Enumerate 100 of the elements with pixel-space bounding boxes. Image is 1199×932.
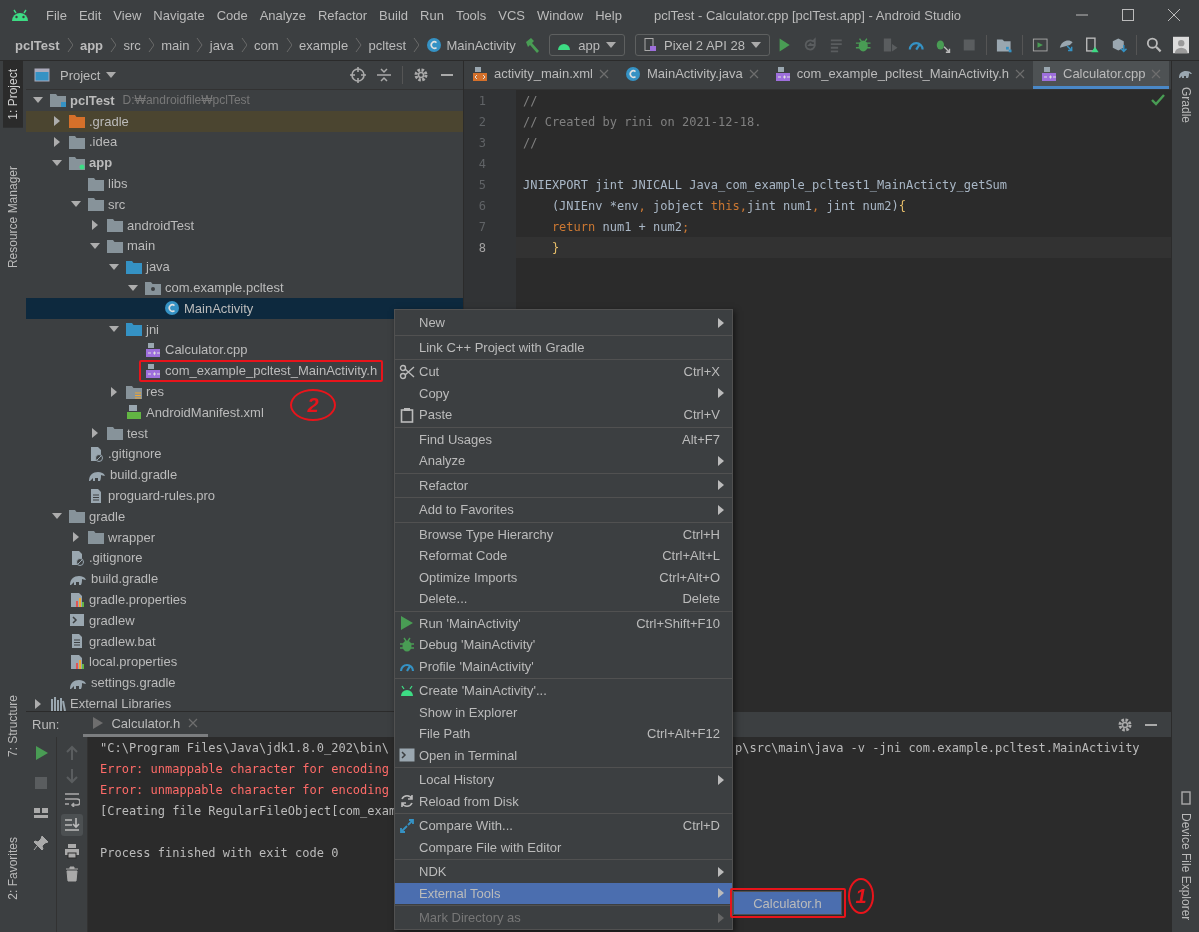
tool-window-tab[interactable]: 2: Favorites [3, 829, 23, 908]
breadcrumb[interactable]: com [251, 37, 282, 53]
chevron-icon [285, 37, 292, 53]
device-dropdown[interactable]: Pixel 2 API 28 [634, 34, 770, 56]
menu-item[interactable]: View [107, 7, 148, 23]
device-icon[interactable] [1084, 36, 1101, 54]
menu-item[interactable]: Link C++ Project with Gradle [395, 336, 732, 358]
settings-icon[interactable] [413, 67, 429, 83]
breadcrumb[interactable]: example [296, 37, 352, 53]
menu-item[interactable]: Copy [395, 382, 732, 404]
view-selector[interactable]: Project [60, 67, 117, 83]
breadcrumb[interactable]: pclTest [12, 37, 63, 53]
tree-item[interactable]: src [26, 194, 463, 215]
breadcrumb[interactable]: MainActivity [423, 37, 519, 53]
menu-item[interactable]: Debug 'MainActivity' [395, 634, 732, 656]
menu-item[interactable]: Local History [395, 769, 732, 791]
layout-icon[interactable] [33, 805, 49, 821]
menu-item[interactable]: Edit [72, 7, 108, 23]
breadcrumb[interactable]: java [206, 37, 237, 53]
tree-item[interactable]: com.example.pcltest [26, 277, 463, 298]
editor-tab[interactable]: Calculator.cpp [1033, 61, 1170, 89]
menu-item[interactable]: Code [210, 7, 254, 23]
breadcrumb[interactable]: main [158, 37, 193, 53]
soft-wrap-icon[interactable] [64, 791, 80, 807]
settings-icon[interactable] [1117, 716, 1133, 733]
menu-item[interactable]: Refactor [395, 474, 732, 496]
menu-item[interactable]: Cut Ctrl+X [395, 361, 732, 383]
breadcrumb[interactable]: src [120, 37, 144, 53]
tree-item[interactable]: app [26, 152, 463, 174]
menu-item[interactable]: Run 'MainActivity' Ctrl+Shift+F10 [395, 612, 732, 634]
folder-icon [50, 93, 66, 108]
menu-item[interactable]: Analyze [253, 7, 312, 23]
tree-item[interactable]: main [26, 235, 463, 257]
tool-window-tab[interactable]: Device File Explorer [1175, 804, 1196, 928]
properties-file-icon [69, 591, 85, 608]
pin-icon[interactable] [33, 835, 49, 851]
folder-icon [69, 155, 85, 170]
tree-item[interactable]: .idea [26, 131, 463, 153]
menu-item[interactable]: Compare File with Editor [395, 836, 732, 858]
tool-window-tab[interactable]: 7: Structure [3, 687, 23, 766]
tool-window-tab[interactable]: Gradle [1175, 79, 1196, 132]
chevron-icon [66, 37, 73, 53]
breadcrumb[interactable]: app [76, 37, 107, 53]
search-icon[interactable] [1146, 36, 1163, 54]
tree-item[interactable]: pclTest D:₩androidfile₩pclTest [26, 90, 463, 111]
run-configuration-dropdown[interactable]: app [549, 34, 625, 56]
menu-item[interactable]: Reformat Code Ctrl+Alt+L [395, 545, 732, 567]
tree-item[interactable]: libs [26, 173, 463, 194]
close-icon[interactable] [1167, 8, 1181, 22]
collapse-all-icon[interactable] [376, 67, 392, 83]
menu-item[interactable]: Paste Ctrl+V [395, 404, 732, 426]
menu-item[interactable]: Run [414, 7, 450, 23]
menu-item[interactable]: Add to Favorites [395, 499, 732, 521]
trash-icon[interactable] [64, 866, 80, 882]
debug-icon[interactable] [855, 36, 872, 54]
tree-item[interactable]: MainActivity [26, 297, 463, 319]
menu-item[interactable]: Window [530, 7, 590, 23]
tree-item[interactable]: androidTest [26, 214, 463, 236]
menu-item[interactable]: Help [589, 7, 628, 23]
menu-item[interactable]: File Path Ctrl+Alt+F12 [395, 723, 732, 745]
print-icon[interactable] [64, 843, 80, 859]
avatar-icon[interactable] [1172, 36, 1189, 54]
menu-item[interactable]: Refactor [311, 7, 374, 23]
menu-item[interactable]: Open in Terminal [395, 744, 732, 766]
editor-tab[interactable]: MainActivity.java [616, 61, 767, 89]
scroll-to-end-icon[interactable] [61, 814, 83, 836]
tool-window-tab[interactable]: Resource Manager [3, 157, 23, 276]
menu-item[interactable]: Build [373, 7, 414, 23]
menu-item[interactable]: Tools [449, 7, 493, 23]
folder-icon [107, 238, 123, 253]
menu-item[interactable]: Create 'MainActivity'... [395, 680, 732, 702]
submenu-arrow-icon [718, 888, 724, 899]
menu-item[interactable]: File [40, 7, 73, 23]
tree-item[interactable]: java [26, 256, 463, 278]
run-icon[interactable] [33, 745, 49, 761]
editor-tab[interactable]: activity_main.xml [464, 61, 617, 89]
menu-item[interactable]: Find Usages Alt+F7 [395, 428, 732, 450]
maximize-icon[interactable] [1121, 8, 1135, 22]
tool-window-tab[interactable]: 1: Project [3, 61, 23, 128]
xml-file-icon [472, 65, 488, 82]
package-icon [145, 280, 161, 295]
breadcrumb[interactable]: pcltest [365, 37, 410, 53]
menu-item[interactable]: Analyze [395, 450, 732, 472]
device-manager-icon[interactable] [1031, 36, 1048, 54]
menu-item[interactable]: Profile 'MainActivity' [395, 655, 732, 677]
menu-item[interactable]: Optimize Imports Ctrl+Alt+O [395, 566, 732, 588]
menu-item[interactable]: NDK [395, 861, 732, 883]
editor-tab[interactable]: com_example_pcltest_MainActivity.h [766, 61, 1033, 89]
menu-item[interactable]: Navigate [147, 7, 211, 23]
menu-item[interactable]: Browse Type Hierarchy Ctrl+H [395, 523, 732, 545]
tree-item[interactable]: .gradle [26, 110, 463, 132]
menu-item[interactable]: Compare With... Ctrl+D [395, 815, 732, 837]
menu-item[interactable]: Show in Explorer [395, 701, 732, 723]
menu-item[interactable]: Reload from Disk [395, 790, 732, 812]
menu-item[interactable]: Delete... Delete [395, 588, 732, 610]
menu-item[interactable]: VCS [492, 7, 531, 23]
submenu-arrow-icon [718, 388, 724, 399]
locate-icon[interactable] [350, 67, 366, 83]
code-line: // [523, 135, 538, 150]
sdk-manager-icon[interactable] [1110, 36, 1128, 54]
